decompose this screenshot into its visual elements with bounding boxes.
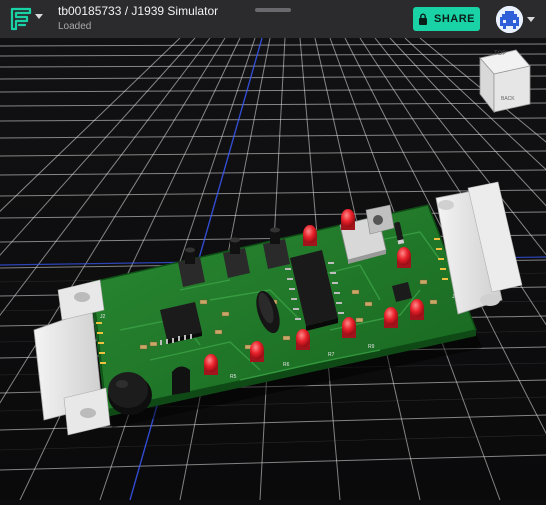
- led-9: [204, 354, 218, 375]
- label-conn-left: J2: [100, 314, 106, 320]
- view-cube-back-label: BACK: [501, 96, 515, 102]
- project-title: tb00185733 / J1939 Simulator: [58, 4, 219, 18]
- view-cube[interactable]: TOP BACK: [476, 48, 534, 116]
- led-7: [296, 329, 310, 350]
- account-chevron-down-icon[interactable]: [527, 17, 535, 22]
- label-r-right: R7: [328, 352, 335, 358]
- share-label: SHARE: [433, 13, 475, 25]
- led-8: [250, 341, 264, 362]
- led-3: [397, 247, 411, 268]
- transistor: [172, 366, 190, 395]
- led-1: [303, 225, 317, 246]
- avatar-invader-icon: [496, 6, 523, 33]
- user-avatar[interactable]: [496, 6, 523, 33]
- load-status: Loaded: [58, 21, 92, 32]
- led-6: [342, 317, 356, 338]
- lock-icon: [418, 13, 427, 25]
- label-r-left: R5: [230, 374, 237, 380]
- led-2: [341, 209, 355, 230]
- led-5: [384, 307, 398, 328]
- app-menu-chevron-down-icon[interactable]: [35, 14, 43, 19]
- label-r-mid: R6: [283, 362, 290, 368]
- share-button[interactable]: SHARE: [413, 7, 480, 31]
- top-bar: tb00185733 / J1939 Simulator Loaded SHAR…: [0, 0, 546, 38]
- 3d-viewport[interactable]: Q1 R5 R6 R7 R9 J2 J1: [0, 0, 546, 501]
- view-cube-top-label: TOP: [494, 51, 507, 57]
- led-4: [410, 299, 424, 320]
- panel-drag-handle[interactable]: [255, 8, 291, 12]
- viewport-scene: Q1 R5 R6 R7 R9 J2 J1: [0, 0, 546, 501]
- label-r-far: R9: [368, 344, 375, 350]
- view-cube-icon: [479, 49, 531, 114]
- app-logo-icon[interactable]: [8, 6, 34, 32]
